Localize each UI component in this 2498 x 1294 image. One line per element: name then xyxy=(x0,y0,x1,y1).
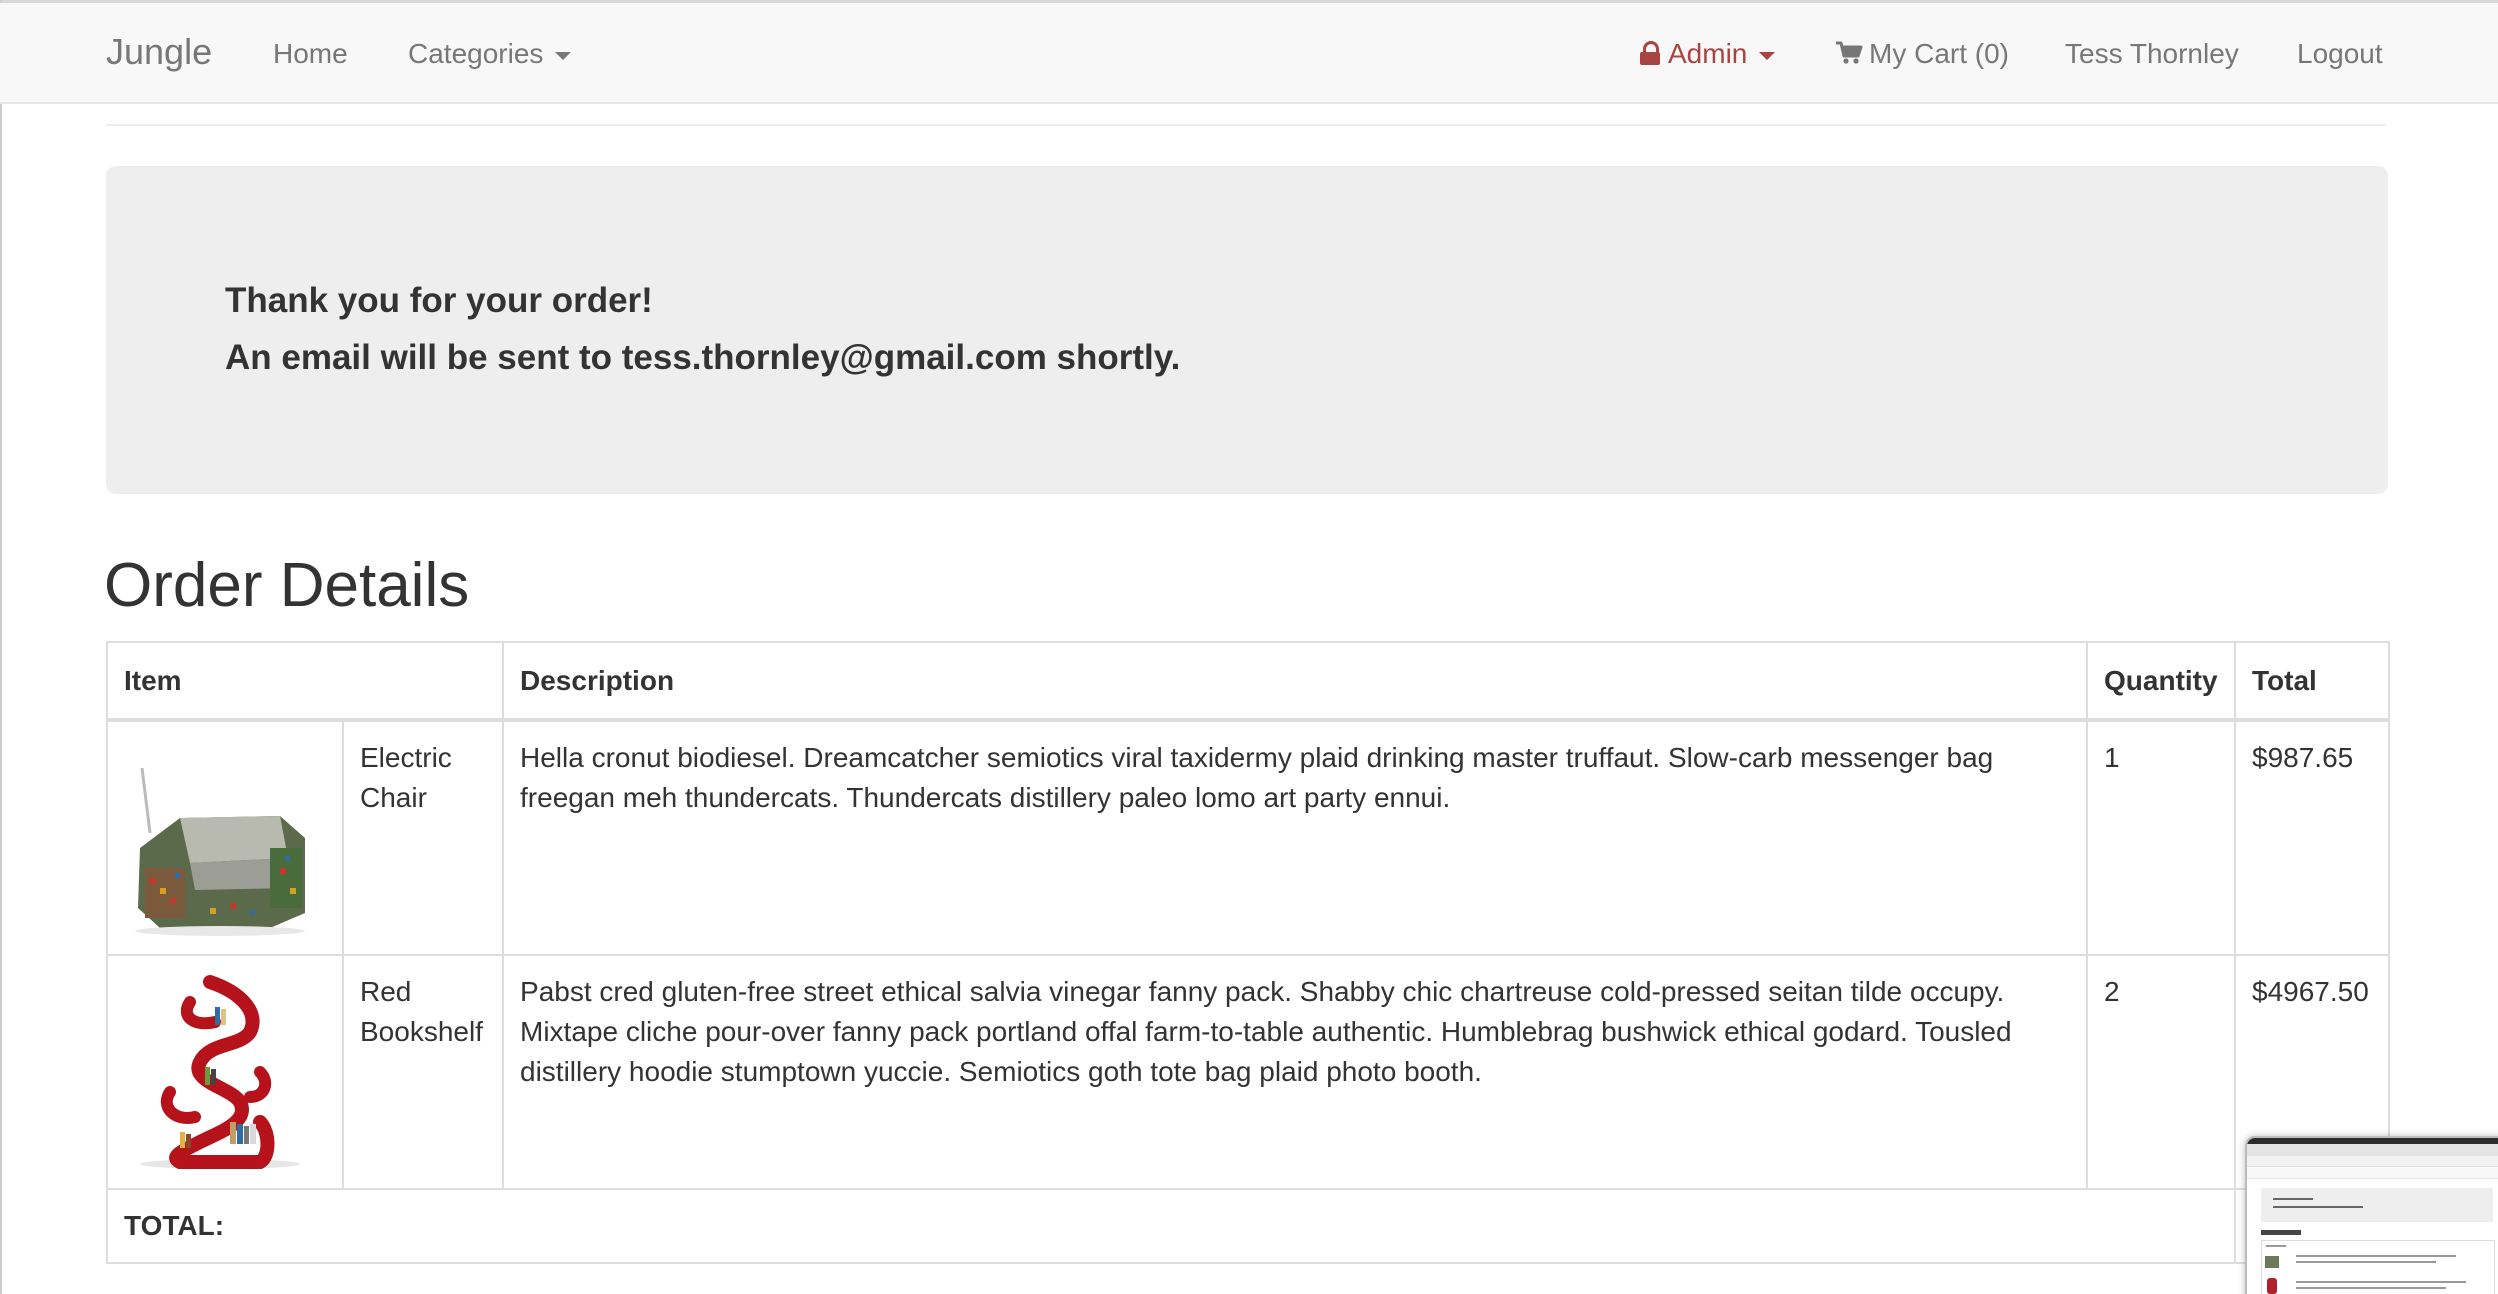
order-details-title: Order Details xyxy=(104,551,470,620)
nav-cart-link[interactable]: My Cart (0) xyxy=(1835,38,2009,70)
column-header-total: Total xyxy=(2234,641,2391,721)
categories-label: Categories xyxy=(408,38,544,69)
nav-user-link[interactable]: Tess Thornley xyxy=(2065,38,2239,70)
cart-label: My Cart (0) xyxy=(1869,38,2009,69)
table-header-row: Item Description Quantity Total xyxy=(105,641,2391,721)
header-divider xyxy=(106,124,2386,126)
total-label: TOTAL: xyxy=(105,1188,2237,1264)
caret-down-icon xyxy=(555,51,572,60)
column-header-item: Item xyxy=(105,641,505,721)
email-notice: An email will be sent to tess.thornley@g… xyxy=(225,338,1181,377)
nav-logout-link[interactable]: Logout xyxy=(2297,38,2383,70)
lock-icon xyxy=(1640,41,1660,65)
nav-home-link[interactable]: Home xyxy=(273,38,348,70)
product-total-cell: $987.65 xyxy=(2234,719,2391,956)
column-header-description: Description xyxy=(502,641,2089,721)
thank-you-message: Thank you for your order! xyxy=(225,281,653,320)
table-row: Red Bookshelf Pabst cred gluten-free str… xyxy=(106,954,2391,1190)
product-quantity-cell: 2 xyxy=(2086,954,2237,1190)
navbar: Jungle Home Categories Admin My Cart (0)… xyxy=(0,3,2498,104)
nav-categories-dropdown[interactable]: Categories xyxy=(408,38,572,70)
total-row: TOTAL: xyxy=(105,1188,2391,1264)
admin-label: Admin xyxy=(1668,38,1748,69)
product-description-cell: Pabst cred gluten-free street ethical sa… xyxy=(502,954,2089,1190)
cart-icon xyxy=(1836,41,1863,64)
order-confirmation-panel: Thank you for your order! An email will … xyxy=(106,166,2388,494)
table-row: Electric Chair Hella cronut biodiesel. D… xyxy=(106,719,2391,956)
screenshot-preview-thumbnail[interactable] xyxy=(2245,1136,2498,1294)
order-table: Item Description Quantity Total Electric… xyxy=(105,641,2391,1264)
product-name-cell: Red Bookshelf xyxy=(341,954,505,1190)
electric-chair-image xyxy=(120,738,320,938)
product-quantity-cell: 1 xyxy=(2086,719,2237,956)
product-image-cell xyxy=(106,719,344,956)
caret-down-icon xyxy=(1759,51,1776,60)
product-image-cell xyxy=(106,954,344,1190)
column-header-quantity: Quantity xyxy=(2086,641,2237,721)
nav-admin-dropdown[interactable]: Admin xyxy=(1640,38,1776,70)
product-description-cell: Hella cronut biodiesel. Dreamcatcher sem… xyxy=(502,719,2089,956)
brand-link[interactable]: Jungle xyxy=(106,31,212,73)
window-left-edge xyxy=(0,0,2,1294)
red-bookshelf-image xyxy=(120,972,320,1172)
product-name-cell: Electric Chair xyxy=(341,719,505,956)
